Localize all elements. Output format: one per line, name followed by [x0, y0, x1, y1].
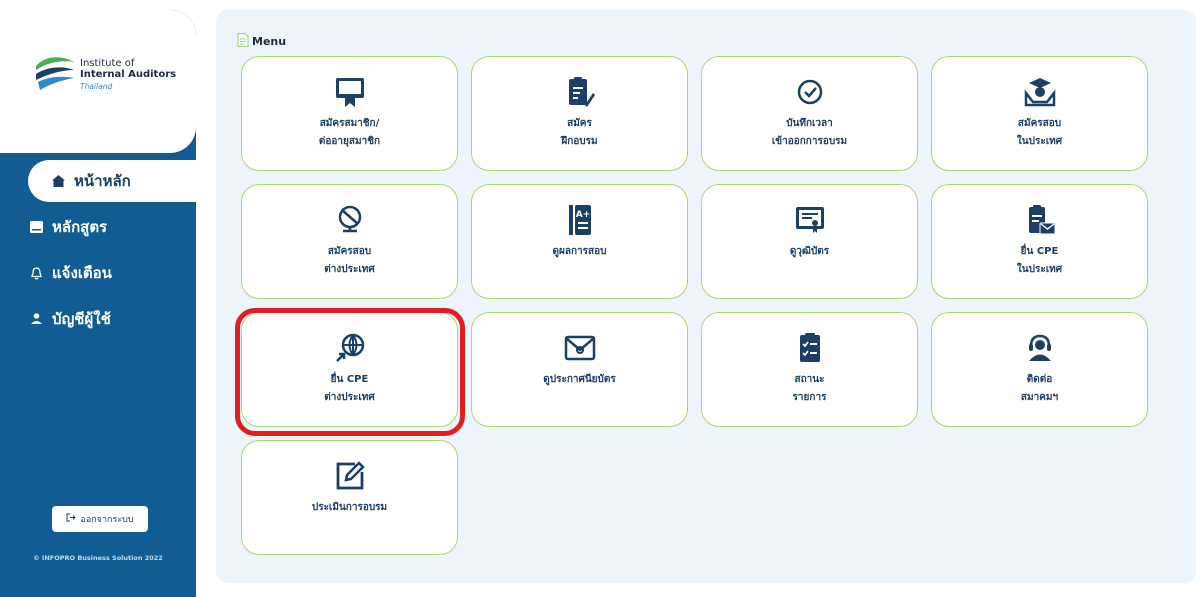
logout-button[interactable]: ออกจากระบบ [52, 506, 148, 532]
tile-attendance[interactable]: บันทึกเวลา เข้าออกการอบรม [701, 56, 918, 171]
tile-contact[interactable]: ติดต่อ สมาคมฯ [931, 312, 1148, 427]
sidebar-item-home[interactable]: หน้าหลัก [28, 160, 196, 202]
clipboard-mail-icon [1023, 203, 1057, 237]
tile-diploma[interactable]: ดูประกาศนียบัตร [471, 312, 688, 427]
tile-label: สมัคร ฝึกอบรม [561, 118, 598, 147]
envelope-icon [563, 331, 597, 365]
sidebar-item-notifications[interactable]: แจ้งเตือน [0, 252, 196, 294]
document-icon [237, 32, 249, 50]
globe-send-icon [333, 331, 367, 365]
check-circle-icon [793, 75, 827, 109]
edit-icon [333, 459, 367, 493]
tile-label: ดูวุฒิบัตร [789, 246, 830, 257]
sidebar-item-label: บัญชีผู้ใช้ [52, 310, 111, 328]
tile-training-evaluation[interactable]: ประเมินการอบรม [241, 440, 458, 555]
book-icon [28, 219, 44, 235]
globe-icon [333, 203, 367, 237]
tile-label: สถานะ รายการ [792, 374, 827, 403]
home-icon [50, 173, 66, 189]
tile-label: สมัครสอบ ต่างประเทศ [324, 246, 375, 275]
tile-label: บันทึกเวลา เข้าออกการอบรม [771, 118, 848, 147]
tile-local-cpe[interactable]: ยื่น CPE ในประเทศ [931, 184, 1148, 299]
tile-status[interactable]: สถานะ รายการ [701, 312, 918, 427]
membership-card-icon [333, 75, 367, 109]
tile-label: สมัครสอบ ในประเทศ [1016, 118, 1063, 147]
logout-icon [66, 513, 77, 525]
menu-grid: สมัครสมาชิก/ ต่ออายุสมาชิก สมัคร ฝึกอบรม… [241, 56, 1148, 555]
iia-logo-icon [36, 57, 74, 90]
logo-line1: Institute of [80, 58, 135, 69]
sidebar-nav: หน้าหลัก หลักสูตร แจ้งเตือน บัญชีผู้ใช้ [0, 160, 196, 344]
logo-line3: Thailand [80, 82, 113, 91]
headset-icon [1023, 331, 1057, 365]
tile-label: ยื่น CPE ต่างประเทศ [324, 374, 375, 403]
grade-report-icon: A+ [563, 203, 597, 237]
tile-label: ประเมินการอบรม [311, 502, 388, 513]
tile-foreign-exam[interactable]: สมัครสอบ ต่างประเทศ [241, 184, 458, 299]
checklist-icon [793, 331, 827, 365]
sidebar-item-label: หลักสูตร [52, 218, 108, 236]
logo-text: Institute of Internal Auditors Thailand [80, 58, 176, 92]
svg-text:A+: A+ [575, 210, 590, 220]
menu-header: Menu [237, 32, 287, 50]
menu-title: Menu [252, 35, 287, 48]
sidebar-item-label: แจ้งเตือน [52, 264, 112, 282]
logo-line2: Internal Auditors [80, 69, 177, 80]
tile-certificate[interactable]: ดูวุฒิบัตร [701, 184, 918, 299]
tile-exam-results[interactable]: A+ ดูผลการสอบ [471, 184, 688, 299]
certificate-icon [793, 203, 827, 237]
clipboard-pen-icon [563, 75, 597, 109]
tile-label: ติดต่อ สมาคมฯ [1020, 374, 1059, 403]
logo: Institute of Internal Auditors Thailand [0, 10, 196, 153]
bell-icon [28, 265, 44, 281]
sidebar-item-account[interactable]: บัญชีผู้ใช้ [0, 298, 196, 340]
sidebar-item-courses[interactable]: หลักสูตร [0, 206, 196, 248]
user-icon [28, 311, 44, 327]
tile-label: ยื่น CPE ในประเทศ [1016, 246, 1063, 275]
graduate-hands-icon [1023, 75, 1057, 109]
tile-foreign-cpe[interactable]: ยื่น CPE ต่างประเทศ [241, 312, 458, 427]
sidebar-item-label: หน้าหลัก [74, 172, 131, 190]
tile-membership[interactable]: สมัครสมาชิก/ ต่ออายุสมาชิก [241, 56, 458, 171]
tile-training-registration[interactable]: สมัคร ฝึกอบรม [471, 56, 688, 171]
tile-label: ดูผลการสอบ [552, 246, 607, 257]
sidebar: Institute of Internal Auditors Thailand … [0, 10, 196, 597]
tile-local-exam[interactable]: สมัครสอบ ในประเทศ [931, 56, 1148, 171]
tile-label: ดูประกาศนียบัตร [543, 374, 616, 385]
logout-label: ออกจากระบบ [80, 515, 134, 525]
tile-label: สมัครสมาชิก/ ต่ออายุสมาชิก [318, 118, 381, 147]
copyright-text: © INFOPRO Business Solution 2022 [33, 554, 163, 562]
